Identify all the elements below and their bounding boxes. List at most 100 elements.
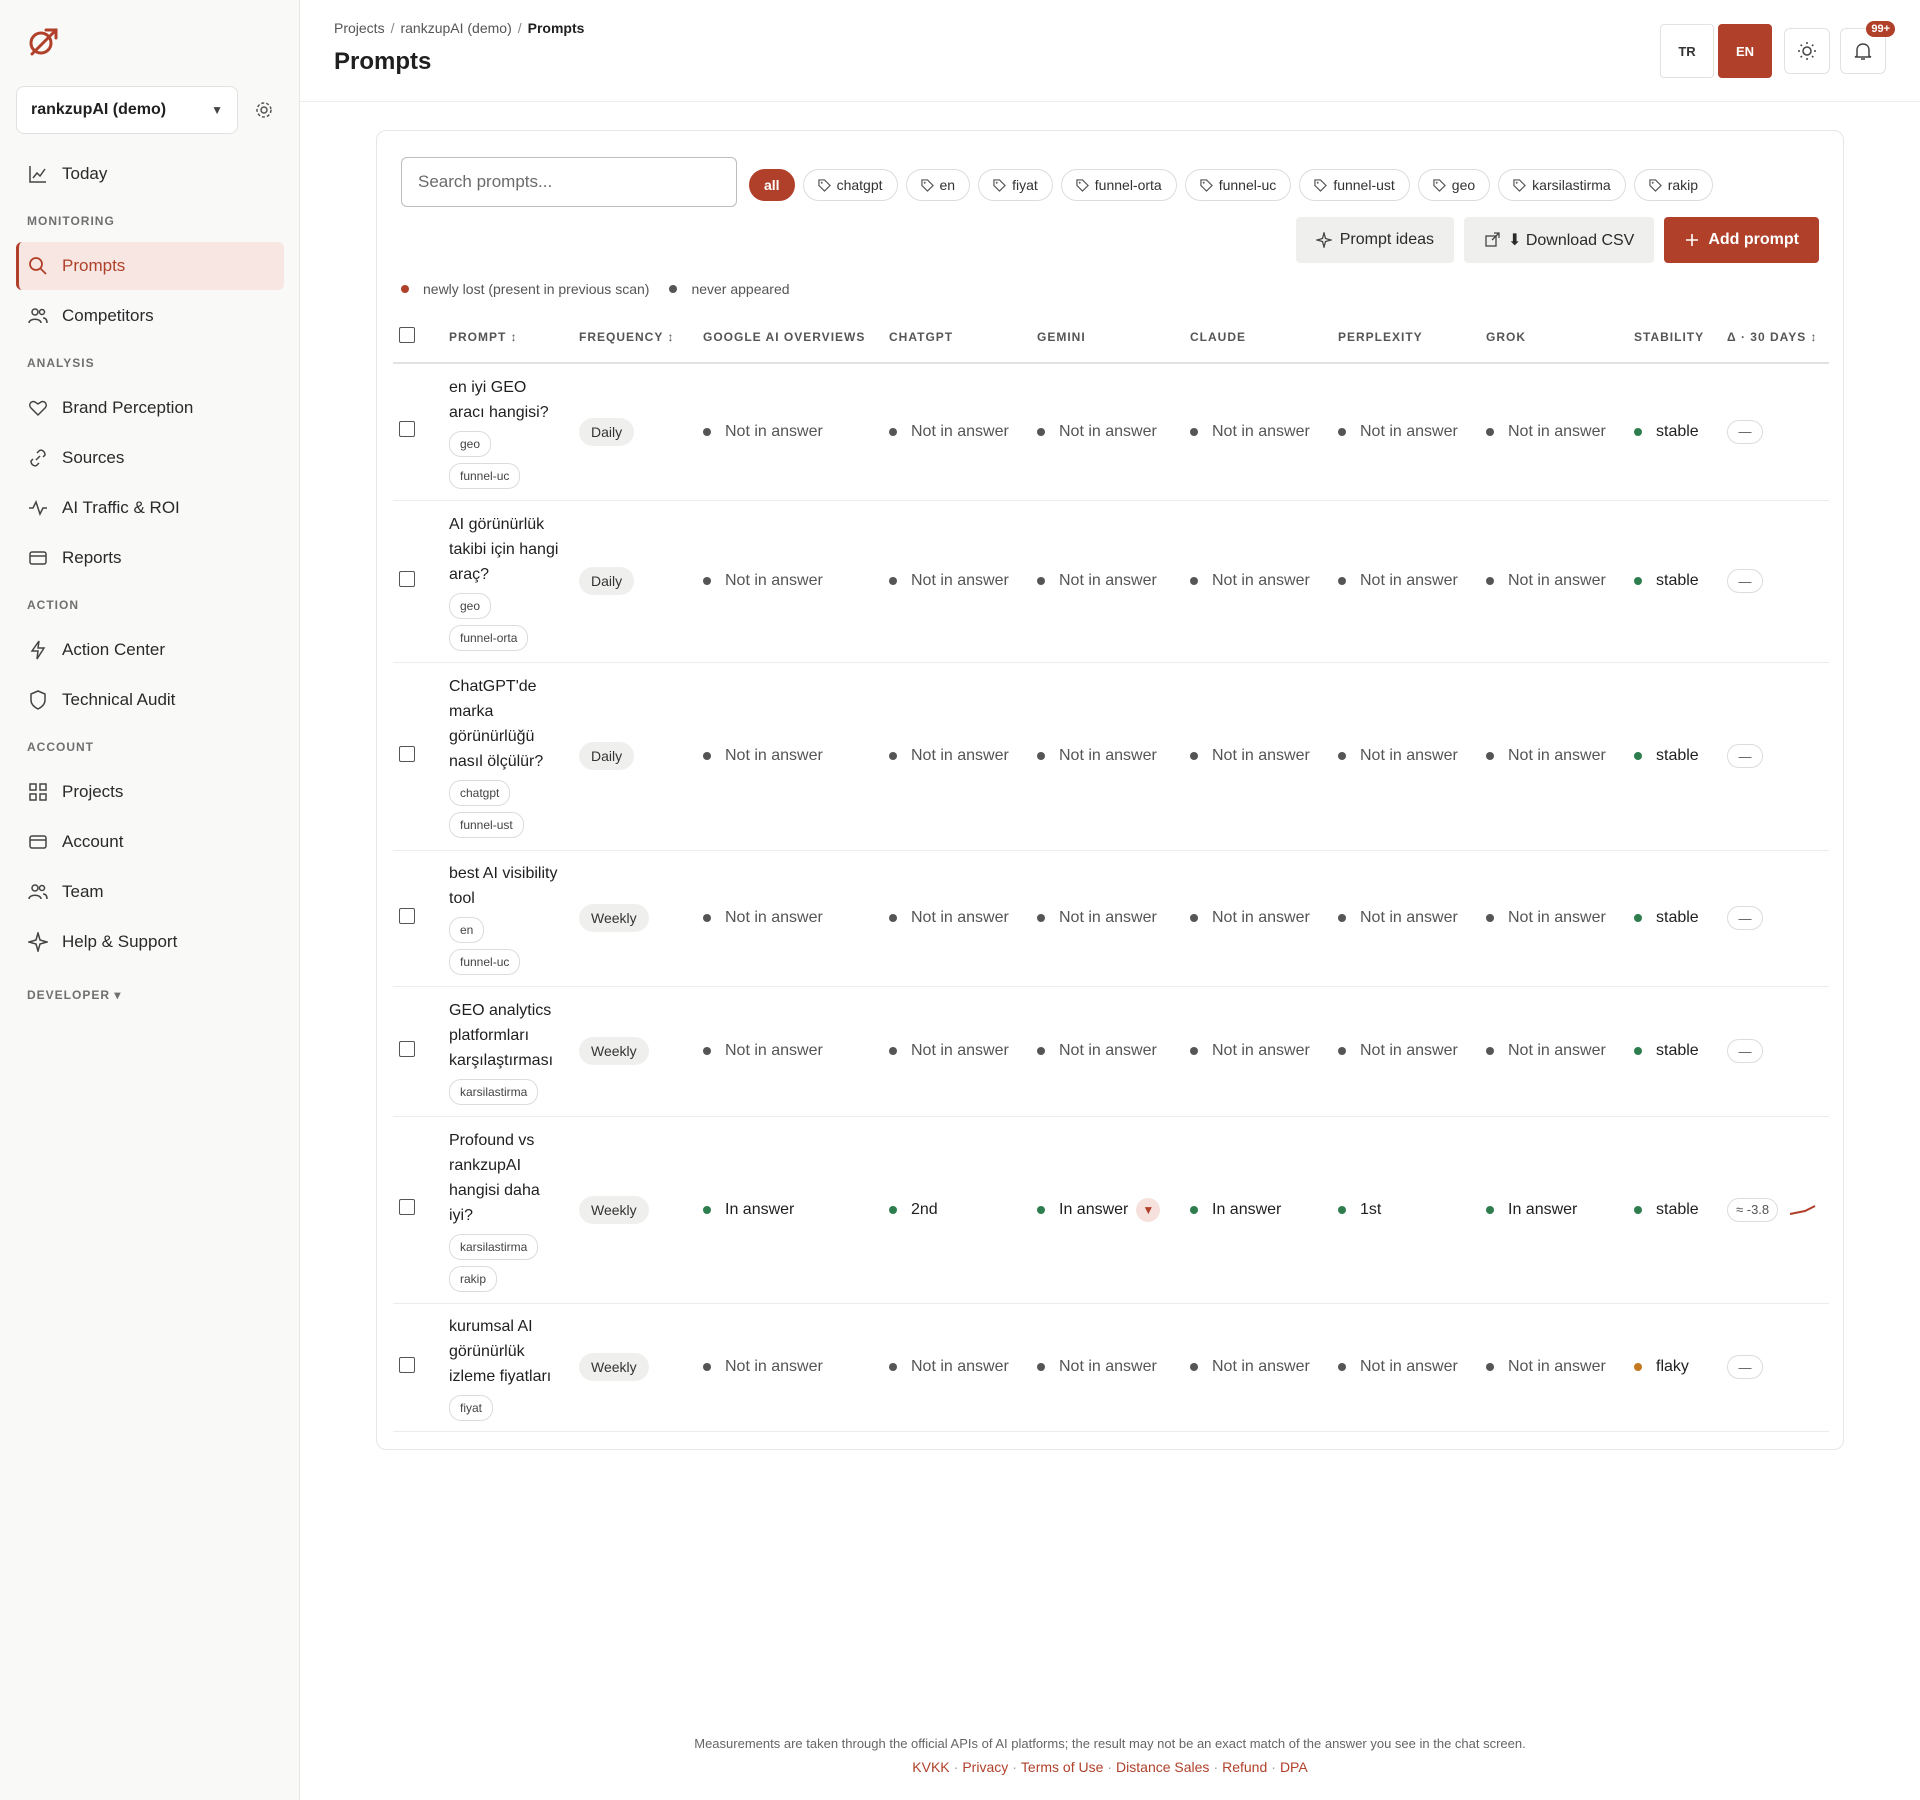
sidebar-item-action-center[interactable]: Action Center xyxy=(16,626,284,674)
table-row[interactable]: Profound vs rankzupAI hangisi daha iyi? … xyxy=(393,1116,1829,1304)
sidebar-item-help[interactable]: Help & Support xyxy=(16,918,284,966)
sidebar-item-label: Projects xyxy=(62,782,124,801)
sidebar-item-reports[interactable]: Reports xyxy=(16,534,284,582)
sidebar-item-competitors[interactable]: Competitors xyxy=(16,292,284,340)
prompt-tag: funnel-orta xyxy=(449,624,529,651)
status-gemini: Not in answer xyxy=(1037,572,1178,590)
sidebar-item-technical-audit[interactable]: Technical Audit xyxy=(16,676,284,724)
filter-chip-all[interactable]: all xyxy=(749,169,795,201)
sidebar-item-ai-traffic[interactable]: AI Traffic & ROI xyxy=(16,484,284,532)
stability-text: stable xyxy=(1656,572,1699,589)
filter-chip-funnel-orta[interactable]: funnel-orta xyxy=(1060,169,1177,201)
add-prompt-button[interactable]: Add prompt xyxy=(1664,217,1819,263)
status-grok: Not in answer xyxy=(1486,1042,1622,1060)
sidebar-item-account[interactable]: Account xyxy=(16,818,284,866)
breadcrumb-projects[interactable]: Projects xyxy=(334,20,385,36)
status-gemini: Not in answer xyxy=(1037,423,1178,441)
sidebar-item-label: Help & Support xyxy=(62,932,178,951)
filter-chip-en[interactable]: en xyxy=(905,169,971,201)
breadcrumb-project[interactable]: rankzupAI (demo) xyxy=(400,20,511,36)
search-input[interactable] xyxy=(401,157,737,207)
prompt-text[interactable]: en iyi GEO aracı hangisi? xyxy=(449,375,561,425)
gear-icon[interactable] xyxy=(254,100,274,120)
footer-link-kvkk[interactable]: KVKK xyxy=(912,1759,949,1775)
stability-status: stable xyxy=(1634,909,1715,927)
status-text: In answer xyxy=(1508,1200,1578,1218)
row-checkbox[interactable] xyxy=(399,570,415,587)
row-checkbox[interactable] xyxy=(399,1199,415,1215)
section-developer[interactable]: DEVELOPER ▾ xyxy=(16,974,284,1016)
table-row[interactable]: AI görünürlük takibi için hangi araç? ge… xyxy=(393,500,1829,663)
filter-chip-funnel-uc[interactable]: funnel-uc xyxy=(1184,169,1292,201)
prompt-text[interactable]: best AI visibility tool xyxy=(449,861,561,911)
add-prompt-label: Add prompt xyxy=(1708,231,1799,248)
status-perplexity: Not in answer xyxy=(1338,1042,1474,1060)
sidebar-item-label: Team xyxy=(62,882,104,901)
filter-chip-geo[interactable]: geo xyxy=(1417,169,1491,201)
prompt-text[interactable]: Profound vs rankzupAI hangisi daha iyi? xyxy=(449,1128,561,1228)
row-checkbox[interactable] xyxy=(399,1356,415,1373)
sidebar: rankzupAI (demo) ▼ Today MONITORING Prom… xyxy=(0,0,300,1800)
table-row[interactable]: best AI visibility tool en funnel-uc Wee… xyxy=(393,850,1829,987)
table-row[interactable]: kurumsal AI görünürlük izleme fiyatları … xyxy=(393,1303,1829,1432)
filter-chip-rakip[interactable]: rakip xyxy=(1633,169,1714,201)
card-icon xyxy=(29,551,47,565)
column-header-delta[interactable]: Δ · 30 DAYS ↕ xyxy=(1721,311,1829,364)
theme-toggle-button[interactable] xyxy=(1784,28,1830,74)
stability-dot xyxy=(1634,914,1642,922)
sidebar-item-today[interactable]: Today xyxy=(16,150,284,198)
prompt-ideas-button[interactable]: Prompt ideas xyxy=(1295,217,1454,263)
status-claude: Not in answer xyxy=(1190,423,1326,441)
shield-icon xyxy=(30,690,46,710)
sidebar-item-projects[interactable]: Projects xyxy=(16,768,284,816)
grid-icon xyxy=(29,783,47,801)
row-checkbox[interactable] xyxy=(399,745,415,762)
prompt-tag: geo xyxy=(449,592,492,619)
table-row[interactable]: ChatGPT'de marka görünürlüğü nasıl ölçül… xyxy=(393,662,1829,851)
footer-link-privacy[interactable]: Privacy xyxy=(962,1759,1008,1775)
lang-en-button[interactable]: EN xyxy=(1718,24,1772,78)
sidebar-item-label: Technical Audit xyxy=(62,690,176,709)
search-icon xyxy=(29,257,47,275)
status-dot xyxy=(703,914,711,922)
legend-newly-lost: newly lost (present in previous scan) xyxy=(401,281,649,297)
google-cell: Not in answer xyxy=(697,662,883,851)
gemini-cell: Not in answer xyxy=(1031,500,1184,663)
status-dot xyxy=(889,577,897,585)
filter-chip-chatgpt[interactable]: chatgpt xyxy=(802,169,898,201)
download-csv-button[interactable]: ⬇ Download CSV xyxy=(1463,217,1655,263)
notifications-button[interactable]: 99+ xyxy=(1840,21,1895,74)
status-grok: Not in answer xyxy=(1486,423,1622,441)
row-checkbox[interactable] xyxy=(399,421,415,438)
column-header-frequency[interactable]: FREQUENCY ↕ xyxy=(573,311,697,364)
footer-link-dpa[interactable]: DPA xyxy=(1280,1759,1308,1775)
footer-link-refund[interactable]: Refund xyxy=(1222,1759,1267,1775)
select-all-checkbox[interactable] xyxy=(399,327,415,343)
breadcrumb-separator: / xyxy=(517,20,522,36)
filter-chip-karsilastirma[interactable]: karsilastirma xyxy=(1498,169,1626,201)
filter-chip-funnel-ust[interactable]: funnel-ust xyxy=(1299,169,1410,201)
footer-link-distance-sales[interactable]: Distance Sales xyxy=(1116,1759,1209,1775)
table-row[interactable]: en iyi GEO aracı hangisi? geo funnel-uc … xyxy=(393,363,1829,501)
prompt-text[interactable]: ChatGPT'de marka görünürlüğü nasıl ölçül… xyxy=(449,674,561,774)
column-header-prompt[interactable]: PROMPT ↕ xyxy=(443,311,573,364)
status-text: In answer xyxy=(1212,1200,1282,1218)
project-selector[interactable]: rankzupAI (demo) ▼ xyxy=(16,86,238,134)
sidebar-item-brand-perception[interactable]: Brand Perception xyxy=(16,384,284,432)
table-row[interactable]: GEO analytics platformları karşılaştırma… xyxy=(393,986,1829,1117)
prompt-text[interactable]: kurumsal AI görünürlük izleme fiyatları xyxy=(449,1314,561,1389)
prompt-text[interactable]: AI görünürlük takibi için hangi araç? xyxy=(449,512,561,587)
prompt-text[interactable]: GEO analytics platformları karşılaştırma… xyxy=(449,998,561,1073)
footer-separator: · xyxy=(953,1759,959,1775)
frequency-badge: Weekly xyxy=(579,1037,649,1065)
logo-icon[interactable] xyxy=(26,24,60,58)
row-checkbox[interactable] xyxy=(399,1040,415,1057)
sidebar-item-team[interactable]: Team xyxy=(16,868,284,916)
sidebar-item-prompts[interactable]: Prompts xyxy=(16,242,284,290)
filter-chip-fiyat[interactable]: fiyat xyxy=(978,169,1053,201)
footer-link-terms[interactable]: Terms of Use xyxy=(1021,1759,1103,1775)
sidebar-item-sources[interactable]: Sources xyxy=(16,434,284,482)
perplexity-cell: Not in answer xyxy=(1332,363,1480,501)
row-checkbox[interactable] xyxy=(399,907,415,924)
lang-tr-button[interactable]: TR xyxy=(1660,24,1714,78)
